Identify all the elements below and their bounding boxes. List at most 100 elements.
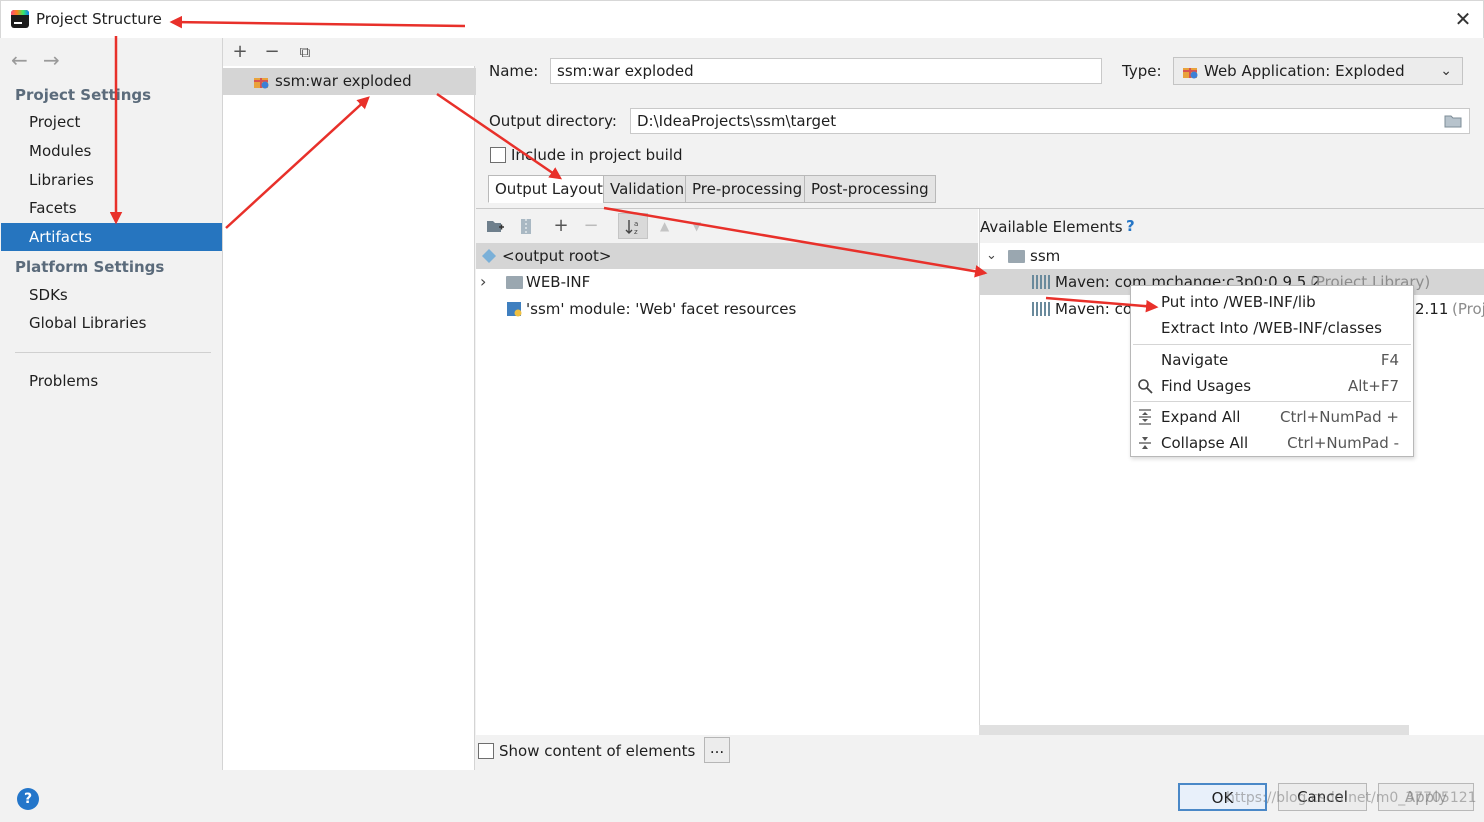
layout-toolbar: + − a z ▲ ▼: [476, 209, 978, 243]
available-elements-title: Available Elements: [980, 218, 1123, 236]
type-select-value: Web Application: Exploded: [1204, 62, 1405, 80]
close-icon[interactable]: ✕: [1451, 7, 1475, 31]
chevron-down-icon[interactable]: ⌄: [986, 243, 997, 269]
title-bar: Project Structure ✕: [0, 0, 1484, 38]
tree-row-ssm[interactable]: ⌄ ssm: [980, 243, 1484, 269]
include-build-checkbox[interactable]: [490, 147, 506, 163]
chevron-right-icon[interactable]: ›: [480, 269, 486, 295]
watermark: https://blog.csdn.net/m0_37705121: [1226, 790, 1477, 806]
sort-elements-button[interactable]: a z: [618, 213, 648, 239]
type-label: Type:: [1122, 62, 1162, 80]
move-down-icon[interactable]: ▼: [692, 219, 701, 233]
remove-element-button[interactable]: −: [580, 215, 602, 237]
add-element-button[interactable]: +: [550, 215, 572, 237]
sort-az-icon: a z: [625, 220, 638, 236]
collapse-all-icon: [1139, 437, 1151, 449]
nav-item-artifacts[interactable]: Artifacts: [1, 223, 222, 251]
tab-output-layout[interactable]: Output Layout: [488, 175, 610, 203]
menu-item-navigate[interactable]: Navigate F4: [1131, 347, 1413, 373]
expand-all-icon: [1139, 409, 1151, 425]
tree-row-output-root[interactable]: <output root>: [476, 243, 978, 269]
menu-separator: [1133, 401, 1411, 402]
tree-row-web-inf[interactable]: › WEB-INF: [476, 269, 978, 295]
copy-artifact-button[interactable]: ⧉: [294, 41, 316, 63]
menu-item-label: Expand All: [1161, 408, 1241, 426]
menu-item-label: Navigate: [1161, 351, 1229, 369]
nav-item-problems[interactable]: Problems: [1, 367, 222, 395]
show-content-checkbox[interactable]: [478, 743, 494, 759]
gift-icon: [1183, 68, 1198, 79]
tree-row-web-facet[interactable]: 'ssm' module: 'Web' facet resources: [476, 296, 978, 322]
artifacts-toolbar: + − ⧉: [223, 38, 476, 66]
menu-item-collapse-all[interactable]: Collapse All Ctrl+NumPad -: [1131, 430, 1413, 456]
window-title: Project Structure: [36, 10, 162, 28]
create-archive-icon[interactable]: [520, 218, 532, 235]
folder-icon: [506, 276, 523, 289]
web-facet-icon: [507, 302, 522, 317]
forward-arrow-icon[interactable]: →: [43, 48, 60, 72]
output-dir-input[interactable]: D:\IdeaProjects\ssm\target: [630, 108, 1470, 134]
move-up-icon[interactable]: ▲: [660, 219, 669, 233]
name-label: Name:: [489, 62, 539, 80]
nav-item-facets[interactable]: Facets: [1, 194, 222, 222]
artifact-list-item[interactable]: ssm:war exploded: [223, 68, 476, 95]
settings-nav: ← → Project Settings Project Modules Lib…: [1, 38, 222, 770]
artifact-label: ssm:war exploded: [275, 72, 412, 90]
nav-item-project[interactable]: Project: [1, 108, 222, 136]
name-input[interactable]: ssm:war exploded: [550, 58, 1102, 84]
tree-label: WEB-INF: [526, 273, 591, 291]
platform-settings-header: Platform Settings: [15, 258, 165, 276]
tree-label: Maven: co: [1055, 300, 1132, 318]
library-icon: [1032, 302, 1050, 316]
new-directory-icon[interactable]: [486, 219, 504, 233]
chevron-down-icon: ⌄: [1440, 63, 1452, 79]
nav-item-global-libraries[interactable]: Global Libraries: [1, 309, 222, 337]
library-icon: [1032, 275, 1050, 289]
add-artifact-button[interactable]: +: [229, 41, 251, 63]
menu-item-label: Collapse All: [1161, 434, 1249, 452]
svg-text:z: z: [634, 228, 638, 236]
menu-item-label: Extract Into /WEB-INF/classes: [1161, 319, 1382, 337]
project-settings-header: Project Settings: [15, 86, 152, 104]
menu-item-extract-into-classes[interactable]: Extract Into /WEB-INF/classes: [1131, 315, 1413, 341]
tree-label-suffix: (Proj: [1452, 300, 1484, 318]
tree-label: 'ssm' module: 'Web' facet resources: [526, 300, 797, 318]
help-icon[interactable]: ?: [1126, 217, 1135, 235]
nav-item-sdks[interactable]: SDKs: [1, 281, 222, 309]
tab-pre-processing[interactable]: Pre-processing: [685, 175, 810, 203]
menu-shortcut: Ctrl+NumPad -: [1287, 434, 1399, 452]
menu-item-label: Find Usages: [1161, 377, 1252, 395]
show-content-options-button[interactable]: ...: [704, 737, 730, 763]
tree-label: ssm: [1030, 247, 1061, 265]
dialog-footer: ? OK Cancel Apply https://blog.csdn.net/…: [0, 770, 1484, 822]
tab-validation[interactable]: Validation: [603, 175, 692, 203]
folder-browse-icon[interactable]: [1444, 114, 1462, 128]
context-menu: Put into /WEB-INF/lib Extract Into /WEB-…: [1130, 285, 1414, 457]
menu-item-find-usages[interactable]: Find Usages Alt+F7: [1131, 373, 1413, 399]
menu-item-label: Put into /WEB-INF/lib: [1161, 293, 1316, 311]
module-folder-icon: [1008, 250, 1025, 263]
gift-icon: [254, 78, 269, 89]
tree-label: <output root>: [502, 247, 612, 265]
tree-label-tail: 2.11: [1415, 300, 1449, 318]
type-select[interactable]: Web Application: Exploded ⌄: [1173, 57, 1463, 85]
remove-artifact-button[interactable]: −: [261, 41, 283, 63]
menu-shortcut: Ctrl+NumPad +: [1279, 408, 1399, 426]
horizontal-scrollbar[interactable]: [979, 725, 1409, 735]
intellij-logo-icon: [11, 10, 29, 28]
menu-shortcut: F4: [1380, 351, 1399, 369]
nav-item-libraries[interactable]: Libraries: [1, 166, 222, 194]
layout-bottom-strip: Show content of elements ...: [476, 735, 1484, 771]
include-build-label: Include in project build: [511, 146, 683, 164]
output-dir-label: Output directory:: [489, 112, 617, 130]
help-button[interactable]: ?: [17, 788, 39, 810]
menu-separator: [1133, 344, 1411, 345]
menu-item-expand-all[interactable]: Expand All Ctrl+NumPad +: [1131, 404, 1413, 430]
nav-item-modules[interactable]: Modules: [1, 137, 222, 165]
menu-item-put-into-lib[interactable]: Put into /WEB-INF/lib: [1131, 289, 1413, 315]
search-icon: [1138, 379, 1153, 394]
menu-shortcut: Alt+F7: [1347, 377, 1399, 395]
tab-post-processing[interactable]: Post-processing: [804, 175, 936, 203]
back-arrow-icon[interactable]: ←: [11, 48, 28, 72]
show-content-label: Show content of elements: [499, 742, 696, 760]
